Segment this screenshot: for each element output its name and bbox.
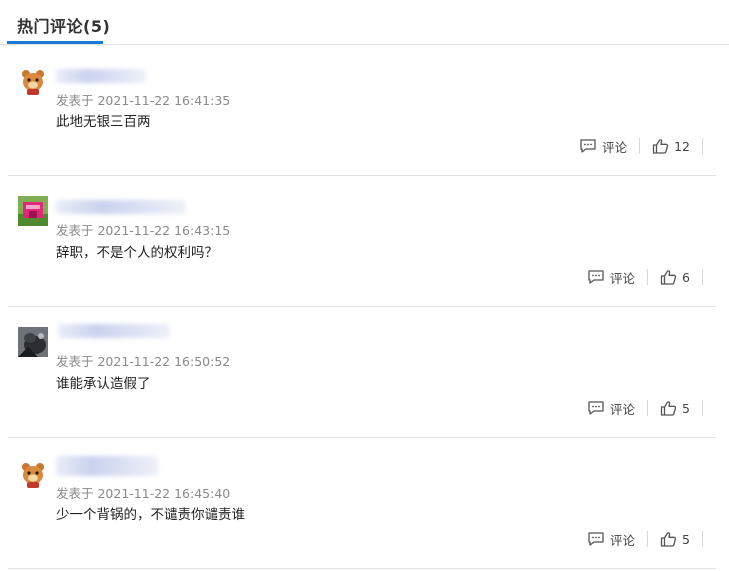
action-separator (647, 400, 649, 416)
reply-button[interactable]: 评论 (587, 530, 635, 549)
comment-text: 少一个背锅的，不谴责你谴责谁 (56, 507, 245, 523)
dark-photo-avatar-icon (18, 327, 48, 357)
action-separator (639, 138, 641, 154)
reply-button[interactable]: 评论 (587, 399, 635, 418)
thumbs-up-icon (652, 139, 669, 154)
user-avatar[interactable] (18, 67, 48, 97)
comment-actions: 评论 12 (579, 136, 703, 156)
like-button[interactable]: 6 (660, 269, 690, 285)
thumbs-up-icon (660, 270, 677, 285)
reply-label: 评论 (610, 401, 636, 417)
like-count: 6 (682, 269, 690, 285)
comment-timestamp: 发表于 2021-11-22 16:43:15 (56, 223, 231, 238)
action-separator (647, 531, 649, 547)
comment-timestamp: 发表于 2021-11-22 16:41:35 (56, 93, 231, 108)
user-avatar[interactable] (18, 460, 48, 490)
comment-item: 发表于 2021-11-22 16:41:35 此地无银三百两 评论 12 (0, 45, 729, 176)
like-count: 5 (682, 531, 690, 547)
user-avatar[interactable] (18, 196, 48, 226)
action-separator (702, 138, 703, 154)
comment-icon (588, 401, 604, 415)
like-button[interactable]: 12 (652, 138, 690, 154)
like-count: 5 (682, 400, 690, 416)
hot-comments-panel: 热门评论(5) 发表于 2021-11-22 16:41:35 此地无银三百两 (0, 0, 729, 571)
comment-item: 发表于 2021-11-22 16:50:52 谁能承认造假了 评论 5 (0, 307, 729, 438)
comment-icon (580, 139, 596, 153)
comment-divider (8, 568, 716, 569)
comment-text: 此地无银三百两 (56, 114, 151, 130)
comment-text: 辞职，不是个人的权利吗？ (56, 245, 218, 261)
thumbs-up-icon (660, 401, 677, 416)
comment-timestamp: 发表于 2021-11-22 16:45:40 (56, 486, 231, 501)
comment-item: 发表于 2021-11-22 16:43:15 辞职，不是个人的权利吗？ 评论 … (0, 176, 729, 307)
pink-house-avatar-icon (18, 196, 48, 226)
reply-button[interactable]: 评论 (579, 137, 627, 156)
action-separator (702, 269, 703, 285)
reply-label: 评论 (610, 270, 636, 286)
bear-avatar-icon (22, 463, 44, 488)
action-separator (702, 531, 703, 547)
action-separator (702, 400, 703, 416)
comment-icon (588, 270, 604, 284)
active-tab-underline (7, 41, 103, 44)
bear-avatar-icon (22, 70, 44, 95)
reply-label: 评论 (610, 532, 636, 548)
comment-actions: 评论 6 (587, 267, 703, 287)
action-separator (647, 269, 649, 285)
comments-title: 热门评论(5) (17, 17, 111, 36)
like-button[interactable]: 5 (660, 400, 690, 416)
comment-timestamp: 发表于 2021-11-22 16:50:52 (56, 354, 231, 369)
comments-header: 热门评论(5) (0, 0, 729, 45)
reply-button[interactable]: 评论 (587, 268, 635, 287)
comment-actions: 评论 5 (587, 398, 703, 418)
like-button[interactable]: 5 (660, 531, 690, 547)
comment-text: 谁能承认造假了 (56, 376, 151, 392)
user-avatar[interactable] (18, 327, 48, 357)
like-count: 12 (674, 138, 690, 154)
comment-actions: 评论 5 (587, 529, 703, 549)
comment-icon (588, 532, 604, 546)
reply-label: 评论 (602, 139, 628, 155)
thumbs-up-icon (660, 532, 677, 547)
comment-item: 发表于 2021-11-22 16:45:40 少一个背锅的，不谴责你谴责谁 评… (0, 438, 729, 569)
